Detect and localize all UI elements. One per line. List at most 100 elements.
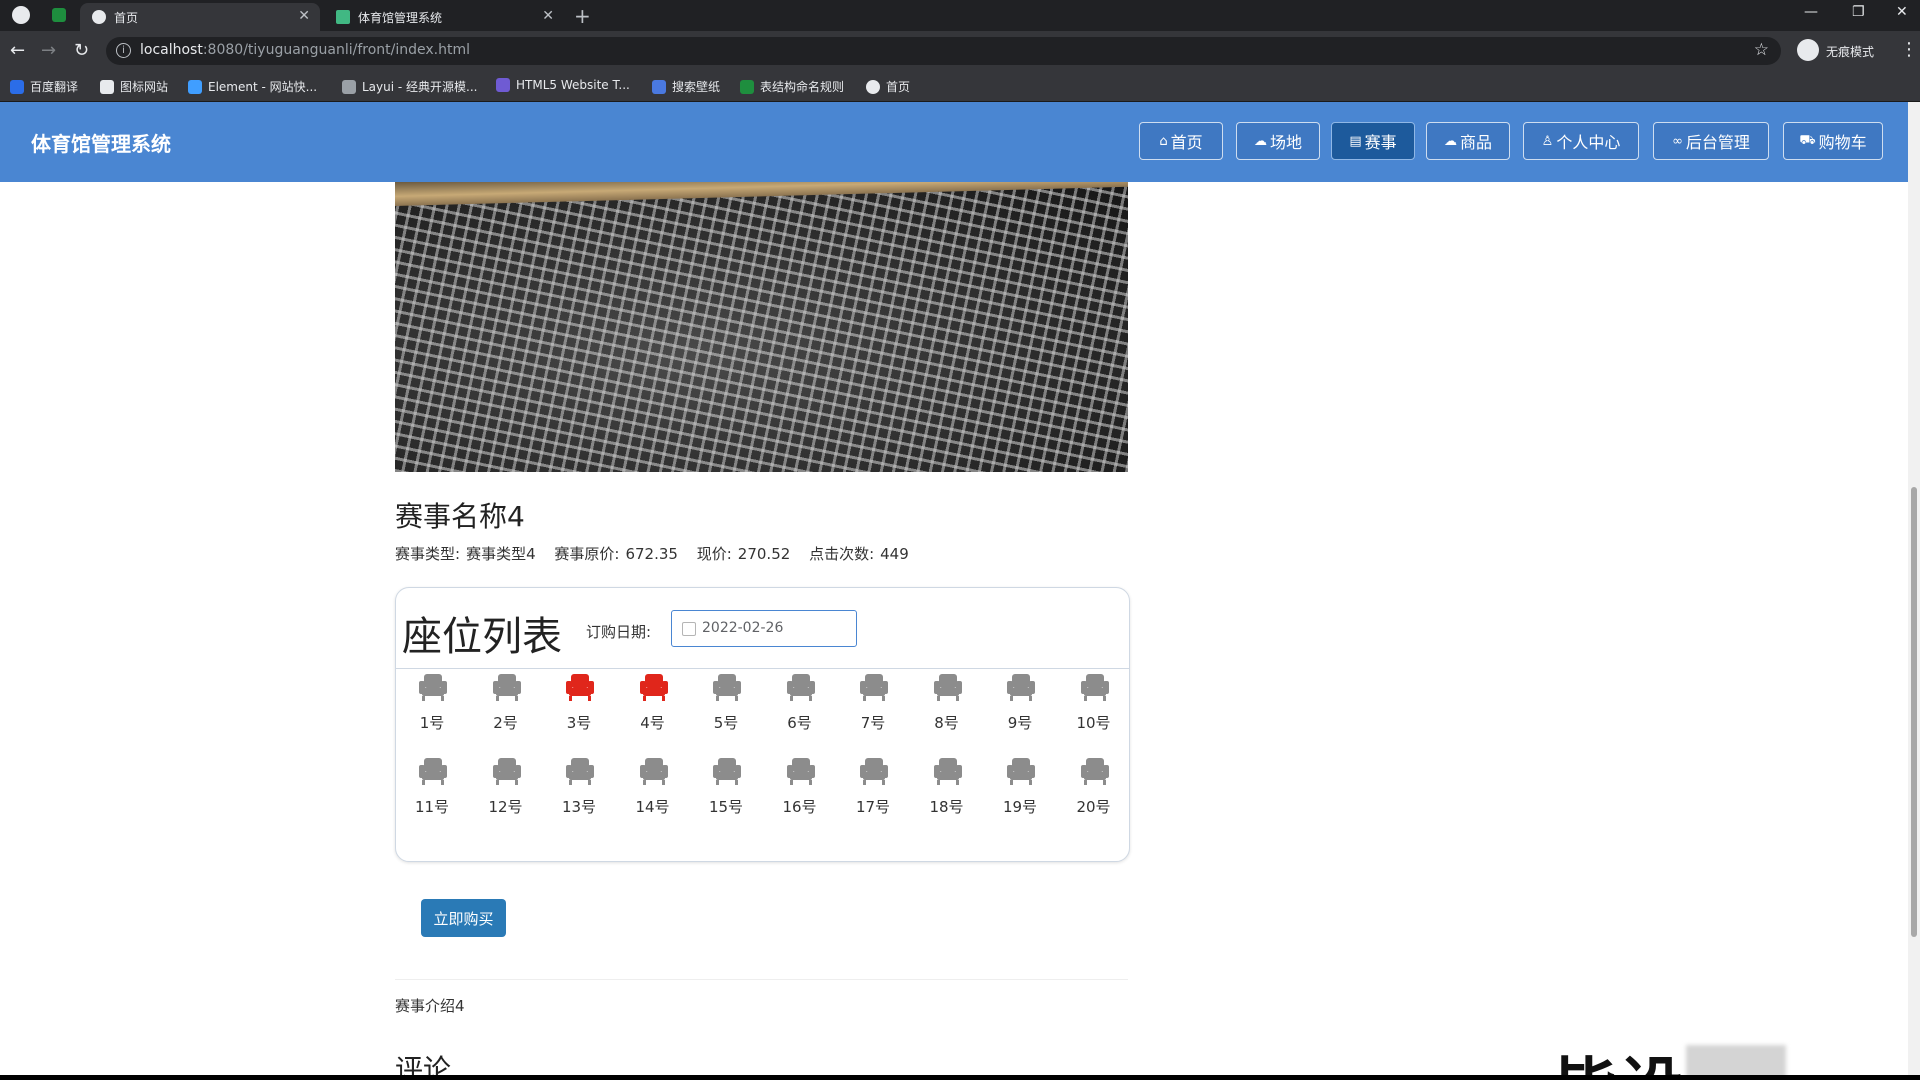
seat-6[interactable]: 6号 (770, 672, 830, 742)
price-label: 现价: (696, 545, 732, 563)
nav-events[interactable]: ▤ 赛事 (1331, 122, 1415, 160)
tab-home[interactable]: 首页 ✕ (80, 3, 320, 31)
seat-icon (713, 758, 741, 785)
seat-3[interactable]: 3号 (549, 672, 609, 742)
seat-icon (1007, 674, 1035, 701)
new-tab-button[interactable]: + (574, 4, 591, 28)
more-menu-icon[interactable]: ⋮ (1900, 39, 1918, 60)
bookmark-item[interactable]: 首页 (866, 78, 910, 95)
back-icon[interactable]: ← (10, 40, 25, 61)
seat-label: 9号 (1007, 714, 1033, 732)
seat-9[interactable]: 9号 (990, 672, 1050, 742)
seat-16[interactable]: 16号 (770, 756, 830, 826)
blurred-region (1686, 1045, 1786, 1075)
bookmark-item[interactable]: HTML5 Website T... (496, 78, 630, 92)
event-title: 赛事名称4 (395, 500, 525, 533)
nav-profile[interactable]: ♙ 个人中心 (1523, 122, 1639, 160)
seat-13[interactable]: 13号 (549, 756, 609, 826)
nav-cart[interactable]: ⛟ 购物车 (1783, 122, 1883, 160)
seat-11[interactable]: 11号 (402, 756, 462, 826)
seat-icon (639, 674, 668, 701)
url-input[interactable]: i localhost:8080/tiyuguanguanli/front/in… (106, 37, 1781, 65)
seat-icon (933, 674, 962, 701)
minimize-icon[interactable]: — (1804, 4, 1818, 20)
seat-icon (492, 758, 521, 785)
nav-venue[interactable]: ☁ 场地 (1236, 122, 1320, 160)
seat-7[interactable]: 7号 (843, 672, 903, 742)
seat-8[interactable]: 8号 (917, 672, 977, 742)
seat-icon (566, 758, 594, 785)
link-icon: ∞ (1672, 133, 1683, 149)
app-icon[interactable] (52, 8, 66, 22)
seat-label: 2号 (493, 714, 518, 732)
seat-icon (1007, 758, 1035, 785)
seat-17[interactable]: 17号 (843, 756, 903, 826)
reload-icon[interactable]: ↻ (74, 40, 89, 61)
seat-2[interactable]: 2号 (476, 672, 536, 742)
browser-tab-strip: 首页 ✕ 体育馆管理系统 ✕ + — ❐ ✕ (0, 0, 1920, 31)
bookmark-item[interactable]: 搜索壁纸 (652, 78, 720, 95)
buy-area: 立即购买 (395, 880, 1128, 980)
incognito-icon[interactable] (1797, 39, 1819, 61)
seat-list-title: 座位列表 (402, 614, 562, 660)
tab-title: 首页 (114, 11, 139, 25)
page-scrollbar[interactable] (1908, 102, 1920, 1075)
seat-label: 19号 (1002, 798, 1038, 816)
bookmark-item[interactable]: 图标网站 (100, 78, 168, 95)
bookmark-star-icon[interactable]: ☆ (1754, 40, 1769, 60)
seat-20[interactable]: 20号 (1064, 756, 1124, 826)
buy-now-button[interactable]: 立即购买 (421, 899, 506, 937)
type-label: 赛事类型: (395, 545, 461, 563)
bookmark-item[interactable]: 百度翻译 (10, 78, 78, 95)
seat-4[interactable]: 4号 (623, 672, 683, 742)
date-value: 2022-02-26 (702, 620, 784, 636)
restore-icon[interactable]: ❐ (1852, 4, 1865, 20)
seat-1[interactable]: 1号 (402, 672, 462, 742)
seat-10[interactable]: 10号 (1064, 672, 1124, 742)
seat-icon (933, 758, 962, 785)
site-header: 体育馆管理系统 ⌂ 首页 ☁ 场地 ▤ 赛事 ☁ 商品 ♙ 个人中心 ∞ 后台管理 ⛟ 购物车 (0, 102, 1908, 182)
seat-icon (419, 674, 447, 701)
seat-icon (1080, 674, 1109, 701)
taskbar-edge (0, 1075, 1920, 1080)
forward-icon[interactable]: → (41, 40, 56, 61)
close-tab-icon[interactable]: ✕ (542, 8, 554, 24)
purchase-date-input[interactable]: 2022-02-26 (671, 610, 857, 647)
close-window-icon[interactable]: ✕ (1896, 4, 1908, 20)
calendar-icon (682, 622, 696, 636)
seat-label: 15号 (708, 798, 744, 816)
seat-label: 1号 (419, 714, 445, 732)
incognito-label: 无痕模式 (1826, 45, 1875, 59)
seat-12[interactable]: 12号 (476, 756, 536, 826)
bookmark-item[interactable]: Element - 网站快... (188, 78, 317, 95)
scrollbar-thumb[interactable] (1911, 487, 1917, 937)
nav-home[interactable]: ⌂ 首页 (1139, 122, 1223, 160)
nav-products[interactable]: ☁ 商品 (1426, 122, 1510, 160)
seat-18[interactable]: 18号 (917, 756, 977, 826)
seat-19[interactable]: 19号 (990, 756, 1050, 826)
seat-label: 18号 (929, 798, 964, 816)
watermark: 毕设 (1553, 1037, 1813, 1075)
tab-title: 体育馆管理系统 (358, 11, 443, 25)
seat-label: 13号 (561, 798, 597, 816)
seat-label: 20号 (1076, 798, 1111, 816)
tab-system[interactable]: 体育馆管理系统 ✕ (324, 3, 564, 31)
orig-price-value: 672.35 (625, 545, 678, 563)
nav-admin[interactable]: ∞ 后台管理 (1653, 122, 1769, 160)
site-info-icon[interactable]: i (116, 43, 131, 58)
bookmark-item[interactable]: Layui - 经典开源模... (342, 78, 477, 95)
user-icon: ♙ (1541, 133, 1554, 149)
bookmark-item[interactable]: 表结构命名规则 (740, 78, 844, 95)
orig-price-label: 赛事原价: (554, 545, 620, 563)
close-tab-icon[interactable]: ✕ (298, 8, 310, 24)
seat-15[interactable]: 15号 (696, 756, 756, 826)
address-bar: ← → ↻ i localhost:8080/tiyuguanguanli/fr… (0, 31, 1920, 71)
seat-icon (860, 674, 888, 701)
seat-icon (419, 758, 447, 785)
browser-menu-icon[interactable] (12, 6, 30, 24)
seat-5[interactable]: 5号 (696, 672, 756, 742)
date-label: 订购日期: (586, 623, 652, 641)
seat-14[interactable]: 14号 (623, 756, 683, 826)
seat-icon (566, 674, 594, 701)
comments-title: 评论 (395, 1053, 452, 1075)
